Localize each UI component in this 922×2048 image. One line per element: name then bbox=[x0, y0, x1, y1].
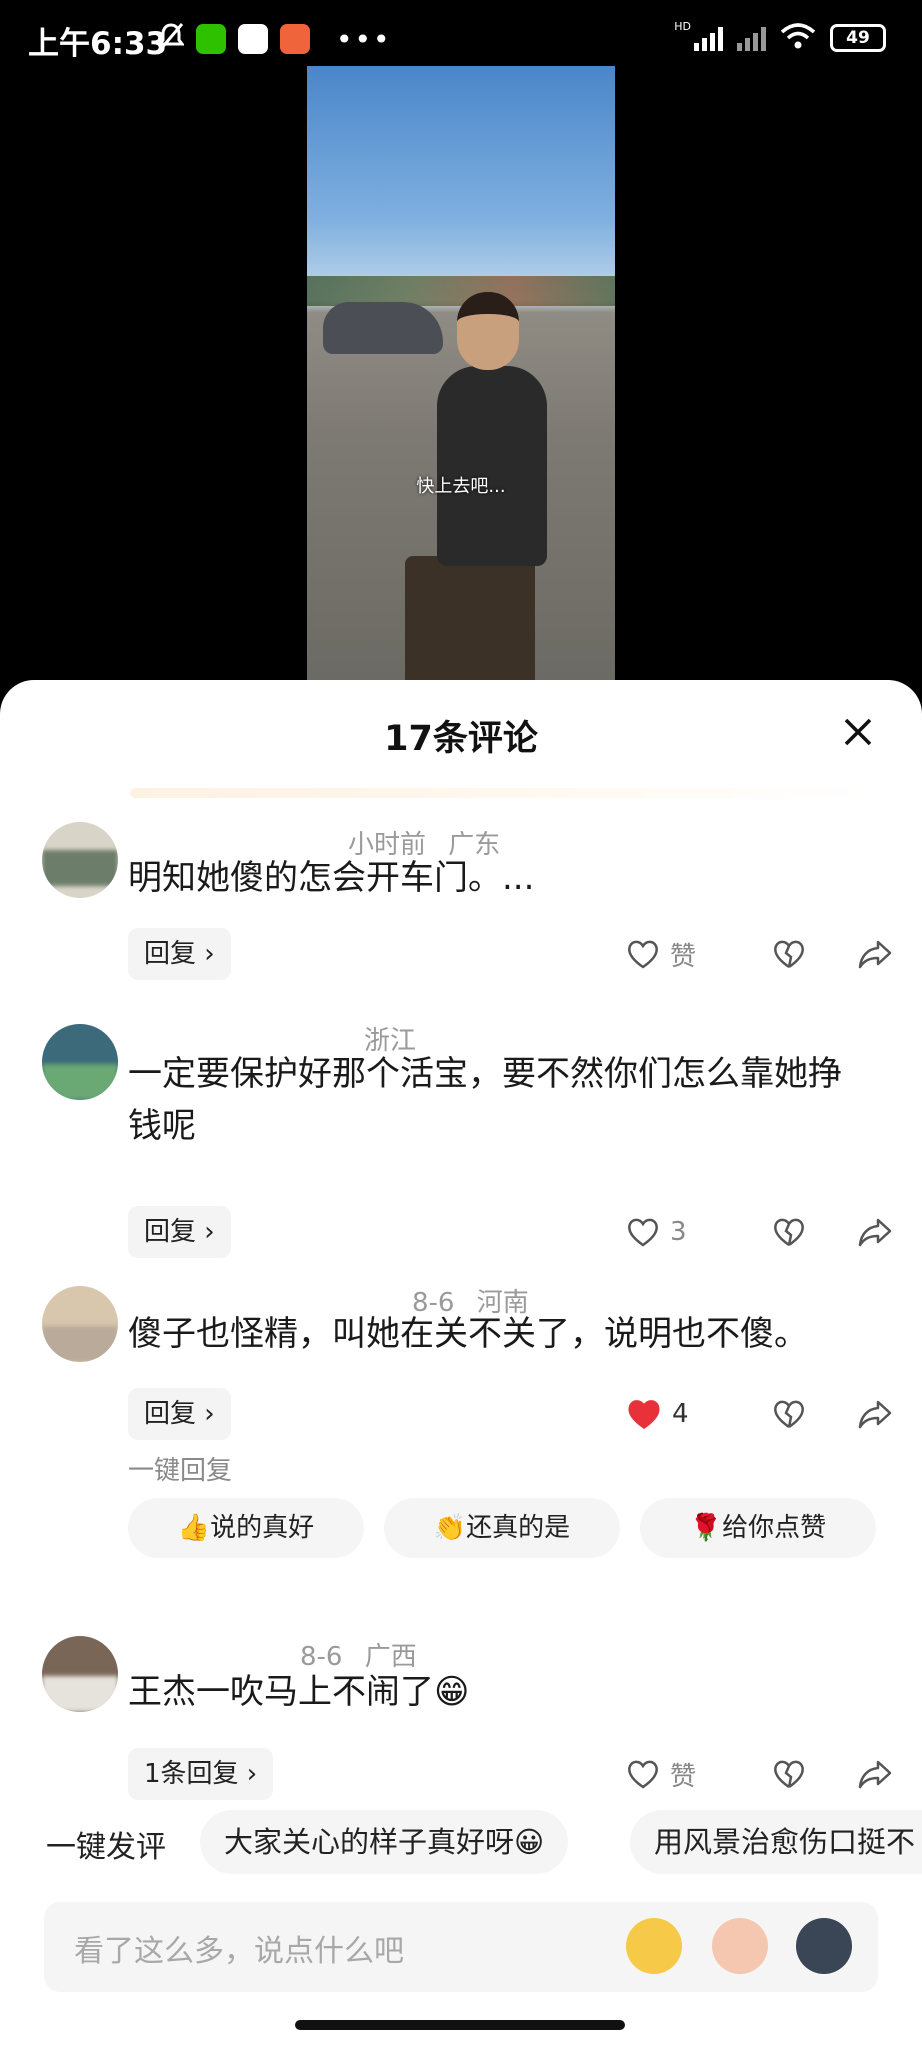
reply-button[interactable]: 1条回复 › bbox=[128, 1748, 274, 1800]
app-notification-icon bbox=[280, 24, 310, 54]
share-icon bbox=[858, 940, 892, 969]
comment-text: 王杰一吹马上不闹了😁 bbox=[128, 1672, 470, 1712]
reply-button[interactable]: 回复 › bbox=[128, 1388, 231, 1440]
quick-reply-chip[interactable]: 👍说的真好 bbox=[128, 1498, 364, 1558]
avatar[interactable] bbox=[42, 822, 118, 898]
share-button[interactable] bbox=[832, 1759, 892, 1789]
share-icon bbox=[858, 1760, 892, 1789]
more-icon: ••• bbox=[336, 22, 392, 56]
reply-button[interactable]: 回复 › bbox=[128, 928, 231, 980]
dislike-button[interactable] bbox=[746, 938, 832, 970]
video-car bbox=[323, 302, 443, 354]
bell-off-icon bbox=[157, 22, 185, 56]
system-icons: HD 49 bbox=[674, 20, 886, 54]
share-button[interactable] bbox=[832, 1399, 892, 1429]
comment-item: 8-6 河南 傻子也怪精，叫她在关不关了，说明也不傻。 回复 › 4 一键回复 … bbox=[0, 1278, 922, 1618]
broken-heart-icon bbox=[774, 1760, 804, 1789]
close-button[interactable] bbox=[838, 712, 878, 752]
emoji-pray-icon[interactable] bbox=[712, 1918, 768, 1974]
quick-post-row: 一键发评 大家关心的样子真好呀😀 用风景治愈伤口挺不 bbox=[0, 1810, 922, 1878]
wechat-icon bbox=[196, 24, 226, 54]
comment-item: 浙江 一定要保护好那个活宝，要不然你们怎么靠她挣钱呢 回复 › 3 bbox=[0, 1020, 922, 1280]
video-person-legs bbox=[405, 556, 535, 682]
broken-heart-icon bbox=[774, 1218, 804, 1247]
share-icon bbox=[858, 1400, 892, 1429]
dislike-button[interactable] bbox=[746, 1398, 832, 1430]
like-button[interactable]: 3 bbox=[626, 1216, 746, 1248]
video-person-head bbox=[457, 292, 519, 370]
comment-item: 小时前 广东 明知她傻的怎会开车门。... 回复 › 赞 bbox=[0, 820, 922, 1020]
quick-post-chip[interactable]: 用风景治愈伤口挺不 bbox=[630, 1810, 922, 1874]
comment-input[interactable]: 看了这么多，说点什么吧 bbox=[44, 1902, 878, 1992]
heart-icon bbox=[628, 1218, 658, 1247]
avatar[interactable] bbox=[42, 1286, 118, 1362]
dislike-button[interactable] bbox=[746, 1758, 832, 1790]
emoji-moon-icon[interactable] bbox=[796, 1918, 852, 1974]
signal-icon: HD bbox=[674, 20, 723, 51]
like-label: 赞 bbox=[670, 1761, 697, 1792]
comment-text: 明知她傻的怎会开车门。... bbox=[128, 858, 535, 898]
like-label: 赞 bbox=[670, 941, 697, 972]
broken-heart-icon bbox=[774, 1400, 804, 1429]
comment-count-title: 17条评论 bbox=[384, 719, 538, 759]
share-button[interactable] bbox=[832, 1217, 892, 1247]
quick-reply-chip[interactable]: 🌹给你点赞 bbox=[640, 1498, 876, 1558]
reply-button[interactable]: 回复 › bbox=[128, 1206, 231, 1258]
like-count: 3 bbox=[670, 1217, 687, 1247]
heart-icon bbox=[628, 1760, 658, 1789]
hd-label: HD bbox=[674, 20, 691, 33]
comment-actions: 赞 bbox=[626, 1748, 892, 1800]
broken-heart-icon bbox=[774, 940, 804, 969]
comment-sheet: 17条评论 小时前 广东 明知她傻的怎会开车门。... 回复 › 赞 浙江 一定… bbox=[0, 680, 922, 2048]
video-person bbox=[437, 366, 547, 566]
avatar[interactable] bbox=[42, 1636, 118, 1712]
divider bbox=[130, 788, 870, 798]
emoji-tired-icon[interactable] bbox=[626, 1918, 682, 1974]
comment-input-placeholder: 看了这么多，说点什么吧 bbox=[74, 1934, 404, 1969]
like-count: 4 bbox=[672, 1399, 689, 1429]
avatar[interactable] bbox=[42, 1024, 118, 1100]
dislike-button[interactable] bbox=[746, 1216, 832, 1248]
comment-text: 傻子也怪精，叫她在关不关了，说明也不傻。 bbox=[128, 1314, 808, 1354]
close-icon bbox=[844, 718, 872, 746]
video-subtitle: 快上去吧... bbox=[416, 476, 506, 497]
quick-post-label: 一键发评 bbox=[46, 1830, 166, 1865]
comment-actions: 4 bbox=[626, 1388, 892, 1440]
share-button[interactable] bbox=[832, 939, 892, 969]
battery-icon: 49 bbox=[830, 24, 886, 52]
home-indicator[interactable] bbox=[295, 2020, 625, 2030]
like-button[interactable]: 赞 bbox=[626, 936, 746, 973]
comment-text: 一定要保护好那个活宝，要不然你们怎么靠她挣钱呢 bbox=[128, 1054, 842, 1146]
video-app-icon bbox=[238, 24, 268, 54]
comment-actions: 3 bbox=[626, 1206, 892, 1258]
quick-reply-chip[interactable]: 👏还真的是 bbox=[384, 1498, 620, 1558]
comment-actions: 赞 bbox=[626, 928, 892, 980]
like-button[interactable]: 4 bbox=[626, 1397, 746, 1431]
like-button[interactable]: 赞 bbox=[626, 1756, 746, 1793]
heart-filled-icon bbox=[628, 1400, 660, 1430]
quick-reply-label: 一键回复 bbox=[128, 1456, 233, 1486]
wifi-icon bbox=[780, 22, 816, 54]
quick-reply-chips: 👍说的真好 👏还真的是 🌹给你点赞 bbox=[128, 1498, 876, 1558]
share-icon bbox=[858, 1218, 892, 1247]
status-time: 上午6:33 bbox=[28, 26, 168, 62]
heart-icon bbox=[628, 940, 658, 969]
video-player[interactable]: 快上去吧... bbox=[307, 66, 615, 682]
signal-2-icon bbox=[737, 25, 766, 51]
comment-item: 8-6 广西 王杰一吹马上不闹了😁 1条回复 › 赞 bbox=[0, 1636, 922, 1806]
quick-post-chip[interactable]: 大家关心的样子真好呀😀 bbox=[200, 1810, 569, 1874]
notification-icons: ••• bbox=[157, 22, 392, 56]
